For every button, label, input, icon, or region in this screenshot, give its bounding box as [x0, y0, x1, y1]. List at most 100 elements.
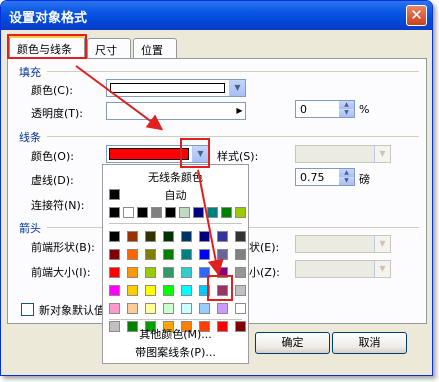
recent-color-swatch[interactable] [137, 207, 148, 218]
default-checkbox-label: 新对象默认值 [39, 304, 105, 317]
color-swatch[interactable] [145, 267, 156, 278]
color-swatch[interactable] [181, 231, 192, 242]
end-style-label: 状(E): [249, 241, 280, 254]
color-swatch[interactable] [127, 249, 138, 260]
tab-size[interactable]: 尺寸 [87, 38, 131, 58]
color-swatch[interactable] [127, 285, 138, 296]
color-swatch[interactable] [181, 249, 192, 260]
tab-label: 尺寸 [95, 44, 117, 57]
transparency-spinner[interactable]: 0 ▲ ▼ [295, 100, 355, 118]
more-colors-option[interactable]: 其他颜色(M)... [103, 326, 248, 342]
recent-color-swatch[interactable] [193, 207, 204, 218]
end-size-label: 小(Z): [249, 266, 280, 279]
color-swatch[interactable] [235, 285, 246, 296]
color-swatch[interactable] [163, 285, 174, 296]
color-swatch[interactable] [199, 249, 210, 260]
cancel-button[interactable]: 取消 [332, 332, 407, 354]
fill-separator [47, 71, 419, 72]
color-swatch[interactable] [127, 303, 138, 314]
fill-color-dropdown[interactable]: ▼ [106, 79, 246, 97]
percent-unit: % [359, 103, 370, 116]
line-weight-value: 0.75 [300, 171, 325, 184]
dash-label: 虚线(D): [31, 174, 74, 187]
fill-color-swatch [110, 83, 225, 93]
end-size-dropdown[interactable]: ▼ [295, 260, 391, 278]
line-weight-spinner[interactable]: 0.75 ▲ ▼ [295, 168, 355, 186]
color-swatch[interactable] [109, 285, 120, 296]
spin-up-icon[interactable]: ▲ [339, 101, 354, 109]
color-swatch[interactable] [235, 303, 246, 314]
color-swatch[interactable] [109, 231, 120, 242]
no-line-color-option[interactable]: 无线条颜色 [103, 169, 248, 185]
spin-up-icon[interactable]: ▲ [339, 169, 354, 177]
palette-separator [109, 319, 242, 320]
color-swatch[interactable] [145, 285, 156, 296]
recent-color-swatch[interactable] [235, 207, 246, 218]
recent-color-swatch[interactable] [165, 207, 176, 218]
line-section-title: 线条 [19, 131, 41, 144]
transparency-value: 0 [300, 103, 307, 116]
chevron-down-icon: ▼ [374, 261, 390, 277]
color-swatch[interactable] [181, 285, 192, 296]
color-swatch[interactable] [145, 249, 156, 260]
color-swatch[interactable] [109, 249, 120, 260]
line-color-swatch [109, 148, 189, 160]
color-swatch[interactable] [199, 303, 210, 314]
recent-color-swatch[interactable] [179, 207, 190, 218]
color-swatch[interactable] [217, 231, 228, 242]
recent-color-swatch[interactable] [123, 207, 134, 218]
dropdown-highlight-box [180, 138, 210, 168]
fill-section-title: 填充 [19, 66, 41, 79]
recent-color-swatch[interactable] [207, 207, 218, 218]
close-icon: ✕ [410, 6, 423, 24]
color-swatch[interactable] [235, 249, 246, 260]
color-swatch[interactable] [181, 267, 192, 278]
color-swatch[interactable] [109, 303, 120, 314]
line-style-dropdown[interactable]: ▼ [295, 145, 391, 163]
color-swatch[interactable] [127, 231, 138, 242]
line-style-label: 样式(S): [217, 150, 259, 163]
tab-label: 位置 [141, 44, 163, 57]
begin-style-label: 前端形状(B): [31, 241, 95, 254]
selected-color-highlight-box [207, 275, 233, 301]
recent-color-swatch[interactable] [151, 207, 162, 218]
spin-down-icon[interactable]: ▼ [339, 109, 354, 117]
default-checkbox[interactable] [21, 303, 34, 316]
color-swatch[interactable] [145, 231, 156, 242]
tab-colors-and-lines[interactable]: 颜色与线条 [9, 36, 85, 59]
tab-position[interactable]: 位置 [133, 38, 177, 58]
ok-button[interactable]: 确定 [255, 332, 330, 354]
ok-label: 确定 [281, 336, 304, 349]
color-swatch[interactable] [217, 303, 228, 314]
color-swatch[interactable] [235, 231, 246, 242]
color-swatch[interactable] [199, 231, 210, 242]
title-bar: 设置对象格式 ✕ [1, 1, 432, 30]
chevron-down-icon: ▼ [374, 146, 390, 162]
color-swatch[interactable] [163, 303, 174, 314]
end-style-dropdown[interactable]: ▼ [295, 235, 391, 253]
recent-color-swatch[interactable] [109, 207, 120, 218]
color-swatch[interactable] [181, 303, 192, 314]
transparency-label: 透明度(T): [31, 107, 84, 120]
recent-color-swatch[interactable] [221, 207, 232, 218]
color-swatch[interactable] [163, 231, 174, 242]
color-swatch[interactable] [109, 267, 120, 278]
color-swatch[interactable] [163, 267, 174, 278]
color-swatch[interactable] [145, 303, 156, 314]
line-separator [47, 136, 419, 137]
patterned-lines-option[interactable]: 带图案线条(P)... [103, 344, 248, 360]
spin-down-icon[interactable]: ▼ [339, 177, 354, 185]
color-swatch[interactable] [163, 249, 174, 260]
automatic-option[interactable]: 自动 [103, 187, 248, 203]
color-swatch[interactable] [127, 267, 138, 278]
palette-separator [109, 223, 242, 224]
arrows-section-title: 箭头 [19, 222, 41, 235]
tab-label: 颜色与线条 [17, 43, 72, 56]
color-swatch[interactable] [235, 267, 246, 278]
weight-unit: 磅 [359, 173, 370, 186]
transparency-slider[interactable]: ▶ [106, 102, 246, 120]
chevron-right-icon: ▶ [236, 106, 243, 115]
color-swatch[interactable] [217, 249, 228, 260]
cancel-label: 取消 [358, 336, 381, 349]
close-button[interactable]: ✕ [406, 5, 427, 26]
